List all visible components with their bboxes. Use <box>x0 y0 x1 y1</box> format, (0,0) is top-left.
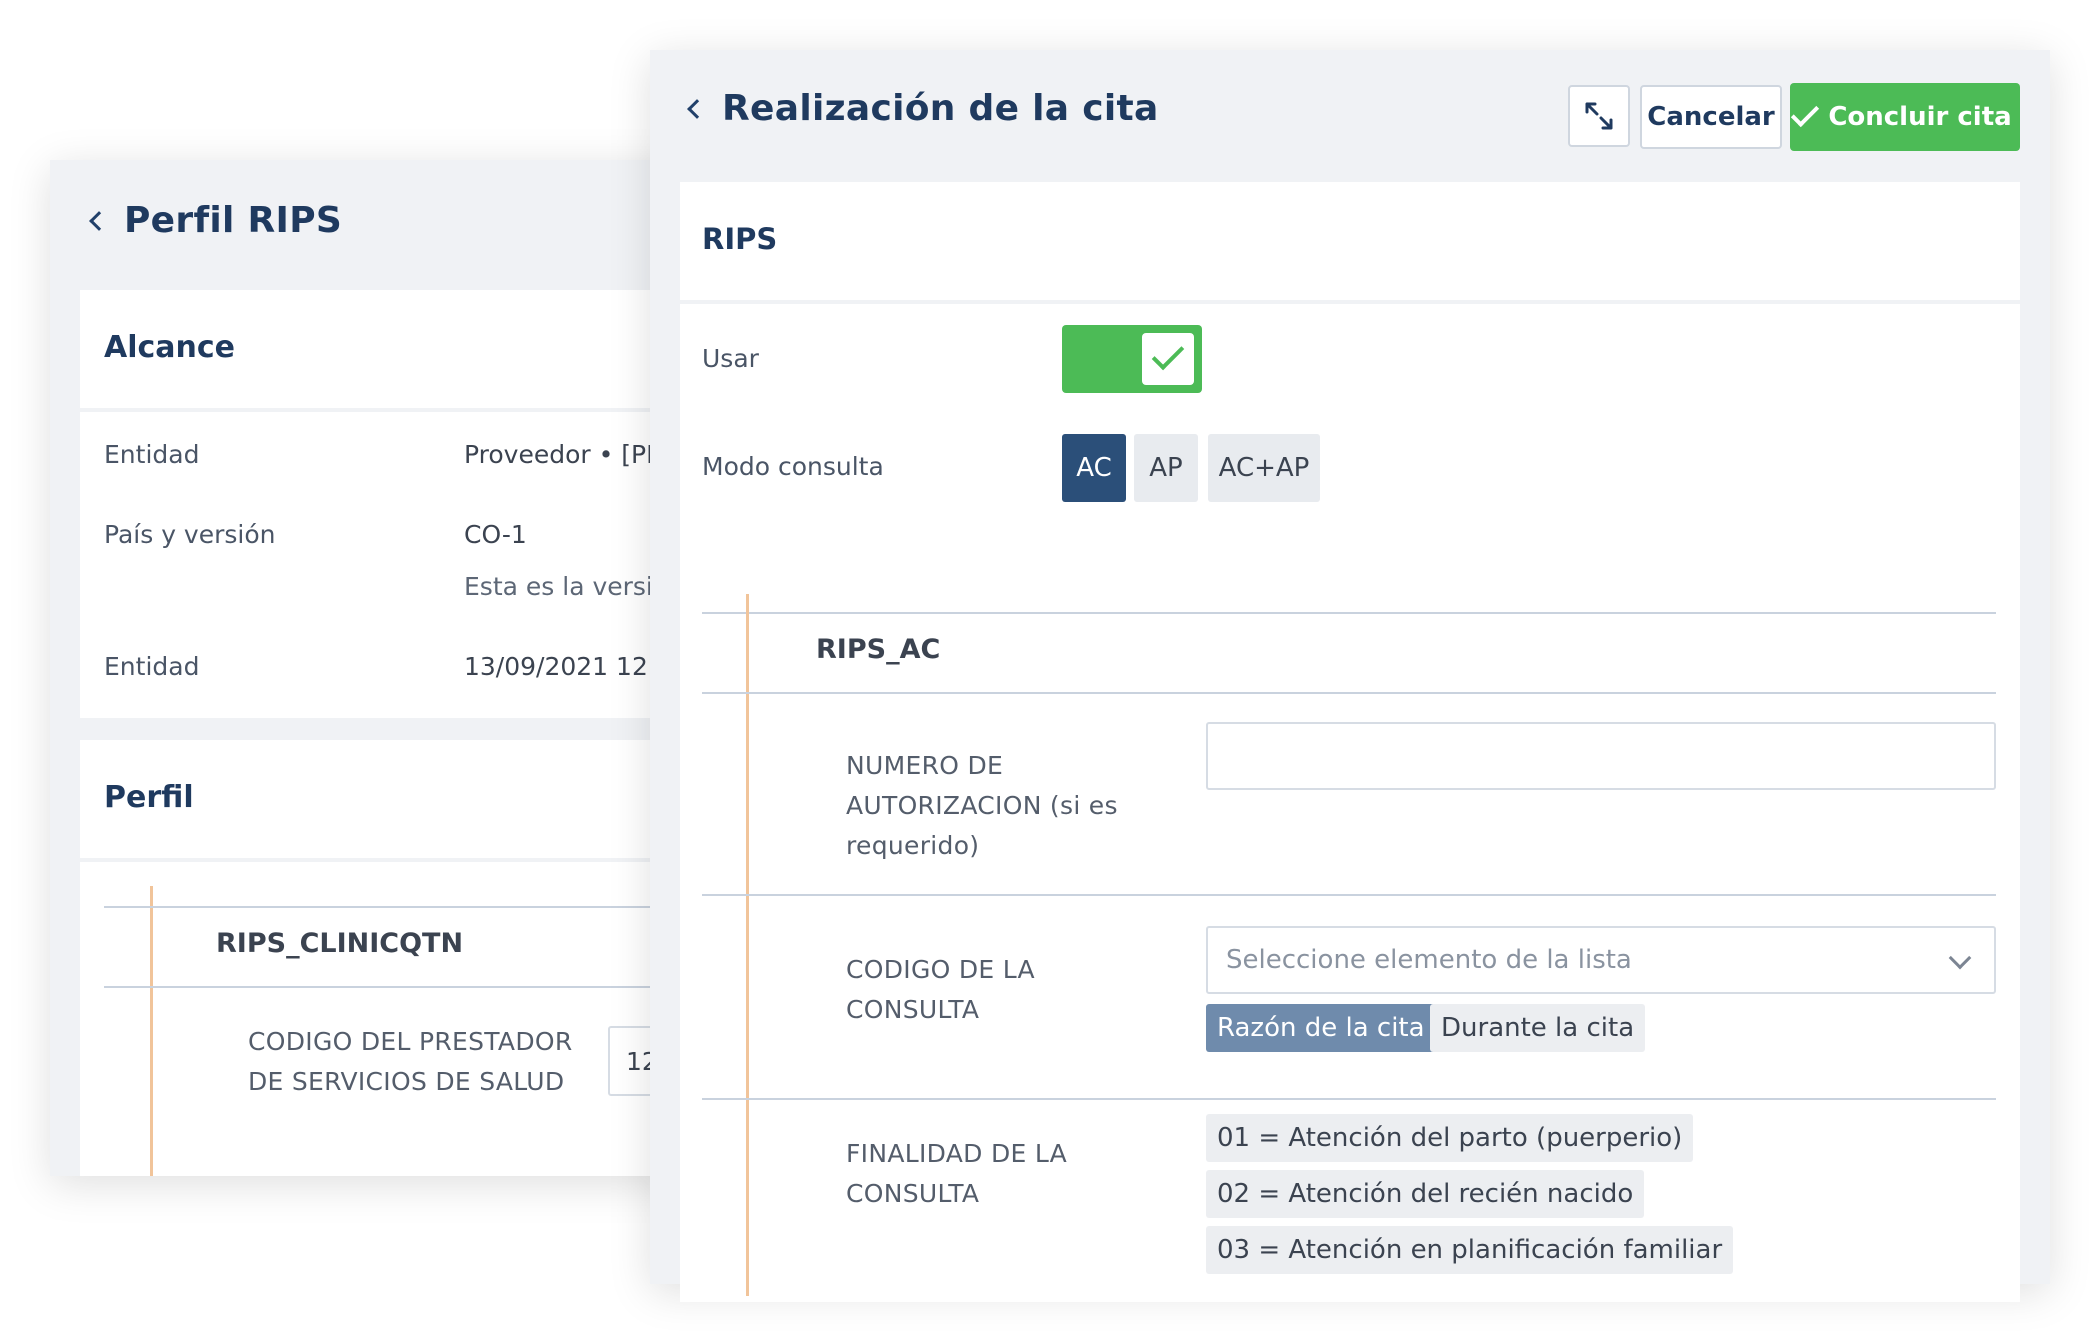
rips-section-header: RIPS <box>680 182 2020 300</box>
realizacion-cita-panel: Realización de la cita Cancelar Concluir… <box>650 50 2050 1302</box>
perfil-rips-panel: Perfil RIPS Alcance Entidad Proveedor • … <box>50 160 750 1176</box>
entidad-label: Entidad <box>104 440 200 469</box>
modo-option-ap[interactable]: AP <box>1134 434 1198 502</box>
finalidad-consulta-label-line2: CONSULTA <box>846 1179 980 1208</box>
finalidad-option-01[interactable]: 01 = Atención del parto (puerperio) <box>1206 1114 1694 1162</box>
numero-autorizacion-label-line1: NUMERO DE <box>846 751 1004 780</box>
codigo-prestador-label-line1: CODIGO DEL PRESTADOR <box>248 1027 573 1056</box>
divider <box>702 612 1996 614</box>
finalidad-option-02[interactable]: 02 = Atención del recién nacido <box>1206 1170 1645 1218</box>
back-chevron-icon[interactable] <box>89 210 109 231</box>
modo-option-ac-ap[interactable]: AC+AP <box>1208 434 1320 502</box>
rips-heading: RIPS <box>702 222 778 256</box>
page-title: Realización de la cita <box>722 88 1159 129</box>
codigo-consulta-label-line1: CODIGO DE LA <box>846 955 1035 984</box>
divider <box>702 894 1996 896</box>
check-icon <box>1151 337 1185 371</box>
modo-consulta-label: Modo consulta <box>702 452 884 481</box>
group-title: RIPS_AC <box>816 634 941 665</box>
pais-version-value: CO-1 <box>464 520 527 549</box>
codigo-prestador-label-line2: DE SERVICIOS DE SALUD <box>248 1067 565 1096</box>
conclude-button[interactable]: Concluir cita <box>1790 83 2020 151</box>
conclude-button-label: Concluir cita <box>1828 102 2012 132</box>
modo-option-ac[interactable]: AC <box>1062 434 1126 502</box>
entidad-value: Proveedor • [PE <box>464 440 662 469</box>
finalidad-option-03[interactable]: 03 = Atención en planificación familiar <box>1206 1226 1734 1274</box>
perfil-heading: Perfil <box>104 780 194 815</box>
version-note: Esta es la versió <box>464 572 669 601</box>
back-chevron-icon[interactable] <box>687 98 707 119</box>
expand-arrows-icon <box>1585 102 1613 130</box>
perfil-rips-header: Perfil RIPS <box>89 200 343 241</box>
entidad-date-value: 13/09/2021 12:4 <box>464 652 673 681</box>
codigo-consulta-label-line2: CONSULTA <box>846 995 980 1024</box>
entidad-date-label: Entidad <box>104 652 200 681</box>
numero-autorizacion-label-line2: AUTORIZACION (si es <box>846 791 1118 820</box>
expand-button[interactable] <box>1568 85 1630 147</box>
chevron-down-icon <box>1948 946 1972 970</box>
finalidad-consulta-label-line1: FINALIDAD DE LA <box>846 1139 1068 1168</box>
usar-label: Usar <box>702 344 759 373</box>
chip-razon-cita[interactable]: Razón de la cita <box>1206 1004 1436 1052</box>
group-title: RIPS_CLINICQTN <box>216 928 464 959</box>
cancel-button[interactable]: Cancelar <box>1640 85 1782 149</box>
numero-autorizacion-label-line3: requerido) <box>846 831 980 860</box>
alcance-heading: Alcance <box>104 330 236 365</box>
cita-header: Realización de la cita <box>687 88 1159 129</box>
divider <box>702 1098 1996 1100</box>
page-title: Perfil RIPS <box>124 200 343 241</box>
numero-autorizacion-input[interactable] <box>1206 722 1996 790</box>
divider <box>702 692 1996 694</box>
usar-toggle[interactable] <box>1062 325 1202 393</box>
check-icon <box>1791 98 1820 128</box>
codigo-consulta-select[interactable]: Seleccione elemento de la lista <box>1206 926 1996 994</box>
pais-version-label: País y versión <box>104 520 276 549</box>
chip-durante-cita[interactable]: Durante la cita <box>1430 1004 1646 1052</box>
select-placeholder: Seleccione elemento de la lista <box>1226 945 1632 975</box>
toggle-knob <box>1142 333 1194 385</box>
group-accent-line <box>746 594 749 1296</box>
group-accent-line <box>150 886 153 1176</box>
